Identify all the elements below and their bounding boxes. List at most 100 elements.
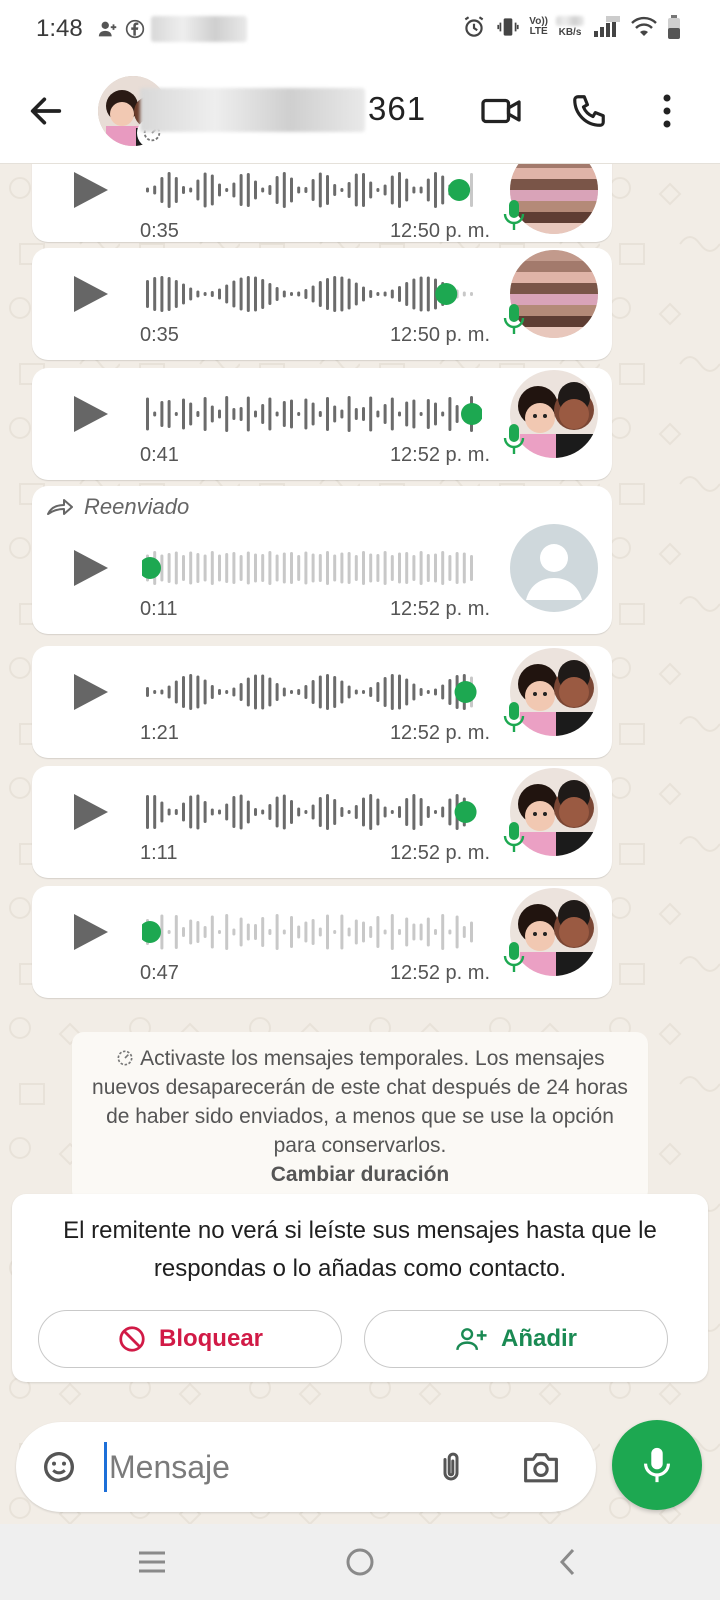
play-button[interactable] <box>68 168 112 212</box>
voice-duration: 1:21 <box>140 722 179 744</box>
waveform[interactable] <box>142 168 482 212</box>
message-timestamp: 12:52 p. m. <box>389 598 490 620</box>
playback-position-dot <box>461 403 482 425</box>
playback-position-dot <box>454 681 477 703</box>
waveform[interactable] <box>142 670 482 714</box>
play-button[interactable] <box>68 392 112 436</box>
home-button[interactable] <box>338 1540 382 1584</box>
unknown-sender-card: El remitente no verá si leíste sus mensa… <box>12 1194 708 1382</box>
camera-icon <box>524 1453 558 1483</box>
sticker-button[interactable] <box>36 1444 82 1490</box>
speed-value-blurred <box>556 16 584 26</box>
waveform[interactable] <box>142 272 482 316</box>
voice-message-bubble[interactable]: 1:11 12:52 p. m. <box>32 766 612 878</box>
block-button[interactable]: Bloquear <box>38 1310 342 1368</box>
voice-message-bubble[interactable]: Reenviado 0:11 12:52 p. m. <box>32 486 612 634</box>
voice-note-mic-icon <box>502 422 526 456</box>
contact-name[interactable]: 361 <box>368 90 426 128</box>
waveform[interactable] <box>142 910 482 954</box>
voice-note-mic-icon <box>502 820 526 854</box>
playback-position-dot <box>142 921 161 943</box>
playback-position-dot <box>454 801 477 823</box>
waveform[interactable] <box>142 790 482 834</box>
home-circle-icon <box>346 1548 374 1576</box>
forward-icon <box>47 499 73 515</box>
attach-button[interactable] <box>428 1444 474 1490</box>
waveform[interactable] <box>142 546 482 590</box>
chat-header: 361 <box>0 58 720 164</box>
status-time: 1:48 <box>36 15 83 42</box>
status-right-icons: Vo)) LTE KB/s <box>461 14 682 40</box>
status-blurred-icons <box>150 16 247 42</box>
playback-position-dot <box>435 283 458 305</box>
add-contact-button[interactable]: Añadir <box>364 1310 668 1368</box>
play-icon <box>74 794 108 830</box>
voice-record-button[interactable] <box>612 1420 702 1510</box>
play-icon <box>74 276 108 312</box>
video-call-button[interactable] <box>478 88 524 134</box>
play-button[interactable] <box>68 272 112 316</box>
forwarded-label: Reenviado <box>84 494 190 519</box>
camera-button[interactable] <box>518 1444 564 1490</box>
message-timestamp: 12:52 p. m. <box>389 842 490 864</box>
back-button[interactable] <box>26 91 66 131</box>
voice-message-bubble[interactable]: 0:35 12:50 p. m. <box>32 248 612 360</box>
block-icon <box>119 1326 145 1352</box>
forwarded-row: Reenviado <box>46 494 189 520</box>
more-options-button[interactable] <box>644 88 690 134</box>
video-call-icon <box>481 98 521 124</box>
message-timestamp: 12:50 p. m. <box>389 324 490 346</box>
voice-duration: 0:47 <box>140 962 179 984</box>
more-vert-icon <box>663 94 671 128</box>
sticker-icon <box>43 1451 74 1483</box>
chat-area[interactable]: 0:35 12:50 p. m. 0:35 12:50 p. m. 0:41 12:52 … <box>0 164 720 1524</box>
voice-duration: 0:35 <box>140 324 179 346</box>
change-duration-link[interactable]: Cambiar duración <box>90 1160 630 1189</box>
playback-position-dot <box>448 179 471 201</box>
nav-back-button[interactable] <box>546 1540 590 1584</box>
voice-call-button[interactable] <box>566 88 612 134</box>
play-icon <box>74 396 108 432</box>
play-button[interactable] <box>68 670 112 714</box>
voice-duration: 0:41 <box>140 444 179 466</box>
voice-note-mic-icon <box>502 940 526 974</box>
play-icon <box>74 550 108 586</box>
vibrate-icon <box>497 18 519 36</box>
network-speed: KB/s <box>556 16 584 38</box>
play-button[interactable] <box>68 546 112 590</box>
back-arrow-icon <box>30 97 62 125</box>
recents-button[interactable] <box>130 1540 174 1584</box>
facebook-icon <box>125 19 144 39</box>
phone-icon <box>573 95 605 127</box>
unknown-sender-text: El remitente no verá si leíste sus mensa… <box>63 1217 657 1282</box>
battery-icon <box>668 15 680 39</box>
status-left-icons <box>97 16 247 42</box>
play-icon <box>74 674 108 710</box>
system-nav-bar <box>0 1524 720 1600</box>
message-input[interactable] <box>104 1442 404 1492</box>
sender-avatar <box>510 524 598 612</box>
message-timestamp: 12:52 p. m. <box>389 962 490 984</box>
waveform[interactable] <box>142 392 482 436</box>
chevron-left-icon <box>559 1548 575 1576</box>
voice-duration: 0:35 <box>140 220 179 242</box>
voice-message-bubble[interactable]: 0:35 12:50 p. m. <box>32 164 612 242</box>
block-label: Bloquear <box>158 1325 263 1352</box>
voice-message-bubble[interactable]: 1:21 12:52 p. m. <box>32 646 612 758</box>
menu-icon <box>139 1551 165 1573</box>
voice-message-bubble[interactable]: 0:47 12:52 p. m. <box>32 886 612 998</box>
wifi-icon <box>631 16 657 36</box>
voice-message-bubble[interactable]: 0:41 12:52 p. m. <box>32 368 612 480</box>
play-icon <box>74 172 108 208</box>
add-person-icon <box>456 1328 487 1351</box>
message-composer <box>16 1422 596 1512</box>
play-button[interactable] <box>68 910 112 954</box>
add-label: Añadir <box>500 1325 577 1352</box>
notice-timer-icon <box>115 1047 140 1070</box>
play-button[interactable] <box>68 790 112 834</box>
lte-indicator: Vo)) LTE <box>529 16 548 37</box>
voice-note-mic-icon <box>502 700 526 734</box>
paperclip-icon <box>443 1452 459 1481</box>
message-timestamp: 12:52 p. m. <box>389 444 490 466</box>
alarm-icon <box>465 16 484 37</box>
